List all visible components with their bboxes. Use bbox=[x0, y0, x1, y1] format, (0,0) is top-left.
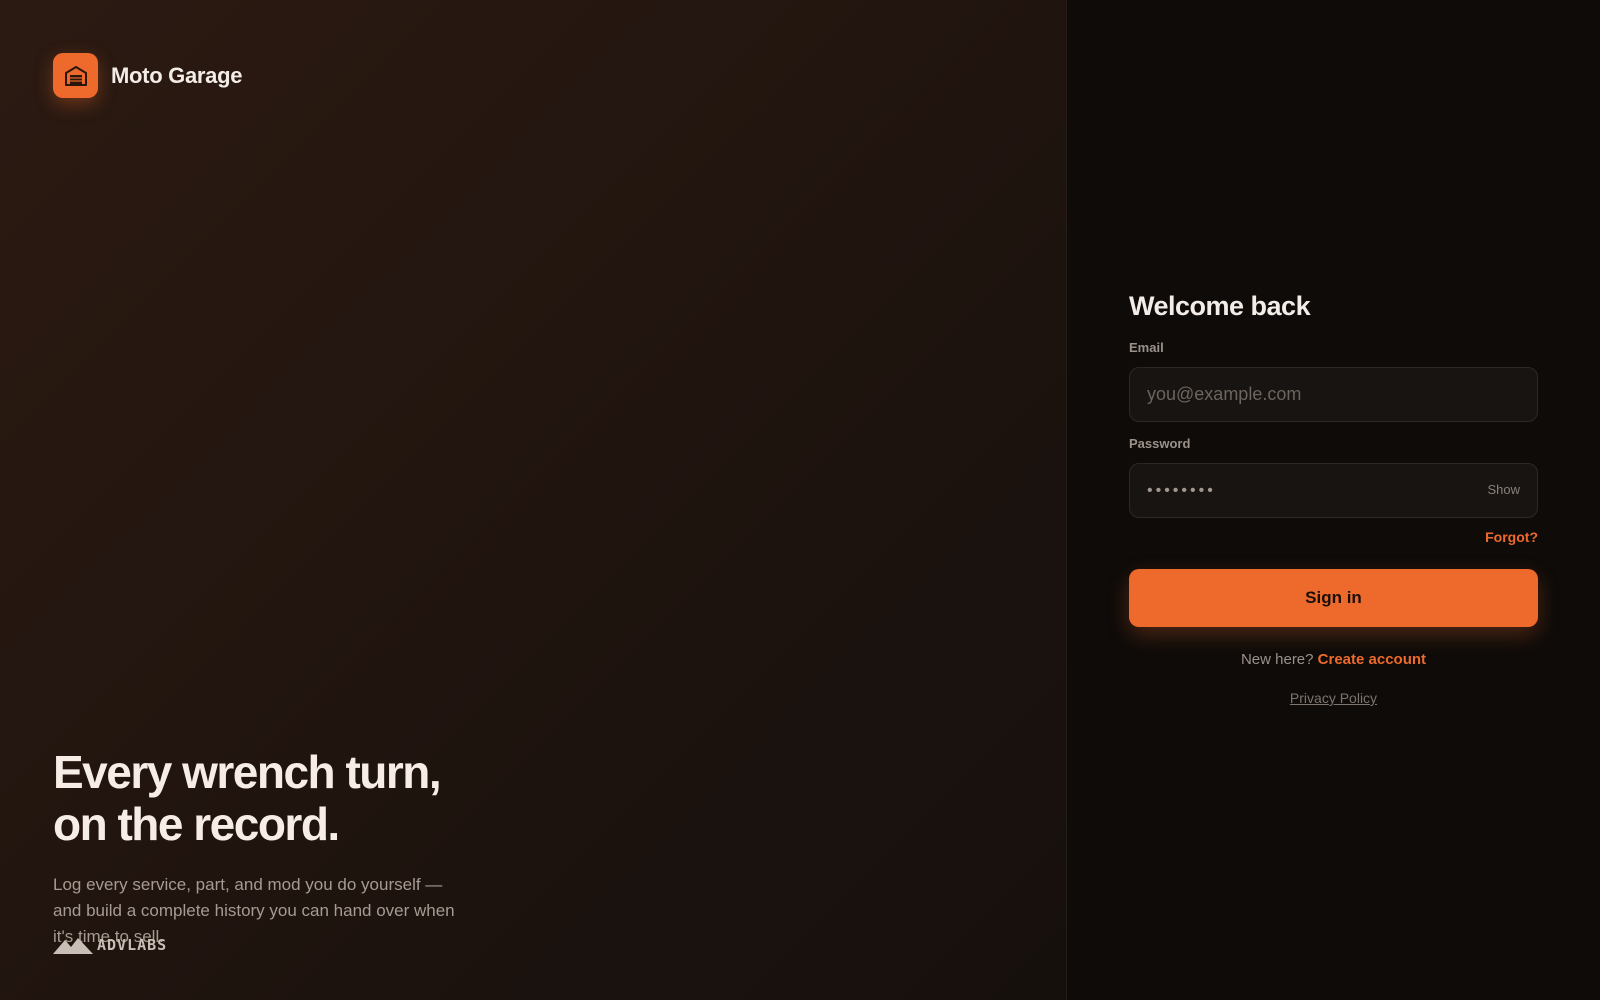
password-label: Password bbox=[1129, 436, 1191, 451]
new-here-text: New here? bbox=[1240, 651, 1314, 668]
hero-title-line-2: on the record. bbox=[53, 798, 340, 850]
advlabs-watermark: ADVLABS bbox=[53, 936, 167, 954]
hero-title-line-1: Every wrench turn, bbox=[53, 746, 442, 798]
brand-name: Moto Garage bbox=[111, 62, 243, 88]
create-account-link[interactable]: Create account bbox=[1318, 651, 1426, 668]
password-field[interactable]: •••••••• bbox=[1147, 482, 1216, 500]
hero-panel: Moto Garage Every wrench turn, on the re… bbox=[0, 0, 1066, 1000]
show-password-button[interactable]: Show bbox=[1487, 482, 1520, 497]
privacy-row: Privacy Policy bbox=[1129, 690, 1538, 708]
hero-title: Every wrench turn, on the record. bbox=[53, 746, 473, 850]
mountain-icon bbox=[53, 938, 93, 954]
form-title: Welcome back bbox=[1129, 291, 1311, 321]
password-field-wrapper: •••••••• Show bbox=[1129, 463, 1538, 518]
email-label: Email bbox=[1129, 340, 1164, 355]
sign-in-form: Welcome back Email Password •••••••• Sho… bbox=[1129, 286, 1538, 708]
garage-icon bbox=[53, 53, 98, 98]
email-field[interactable] bbox=[1147, 384, 1520, 405]
brand: Moto Garage bbox=[53, 53, 242, 98]
hero: Every wrench turn, on the record. Log ev… bbox=[53, 746, 473, 950]
privacy-policy-link[interactable]: Privacy Policy bbox=[1290, 690, 1377, 706]
sign-in-button[interactable]: Sign in bbox=[1129, 569, 1538, 627]
email-field-wrapper bbox=[1129, 367, 1538, 422]
create-account-row: New here? Create account bbox=[1129, 651, 1538, 668]
advlabs-text: ADVLABS bbox=[97, 936, 168, 954]
forgot-row: Forgot? bbox=[1129, 529, 1538, 547]
forgot-password-link[interactable]: Forgot? bbox=[1485, 529, 1538, 545]
